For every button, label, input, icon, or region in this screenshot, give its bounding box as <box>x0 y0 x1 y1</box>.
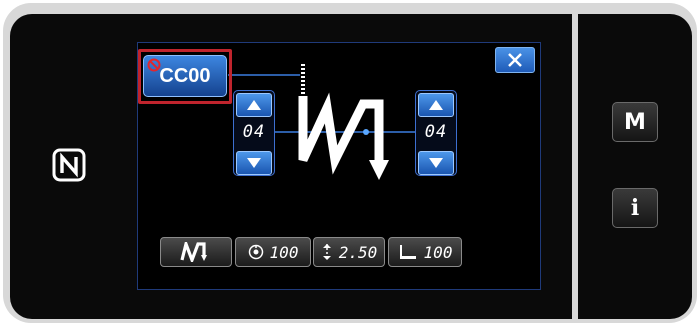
left-increase-button[interactable] <box>236 93 272 117</box>
left-stepper-value: 04 <box>242 122 266 142</box>
pitch-button[interactable]: 2.50 <box>313 237 385 267</box>
pitch-value: 2.50 <box>338 242 378 262</box>
stitch-pitch-icon <box>322 244 331 260</box>
close-button[interactable] <box>495 47 535 73</box>
triangle-up-icon <box>247 100 261 110</box>
zigzag-stitch-icon <box>180 242 207 262</box>
speed-value: 100 <box>269 242 299 262</box>
presser-button[interactable]: 100 <box>388 237 462 267</box>
right-stepper-value: 04 <box>424 122 448 142</box>
speed-button[interactable]: 100 <box>235 237 311 267</box>
stitch-pattern-button[interactable] <box>160 237 232 267</box>
right-point-marker <box>363 129 369 135</box>
no-entry-icon <box>147 58 161 72</box>
triangle-up-icon <box>429 100 443 110</box>
pattern-button-label: CC00 <box>159 64 211 87</box>
right-increase-button[interactable] <box>418 93 454 117</box>
close-icon <box>508 53 522 67</box>
presser-value: 100 <box>423 242 453 262</box>
triangle-down-icon <box>247 158 261 168</box>
triangle-down-icon <box>429 158 443 168</box>
zigzag-stitch-icon <box>298 92 389 180</box>
stitch-diagram <box>228 64 418 180</box>
presser-foot-icon <box>399 245 416 259</box>
sewing-speed-icon <box>248 244 263 260</box>
right-decrease-button[interactable] <box>418 151 454 175</box>
left-decrease-button[interactable] <box>236 151 272 175</box>
